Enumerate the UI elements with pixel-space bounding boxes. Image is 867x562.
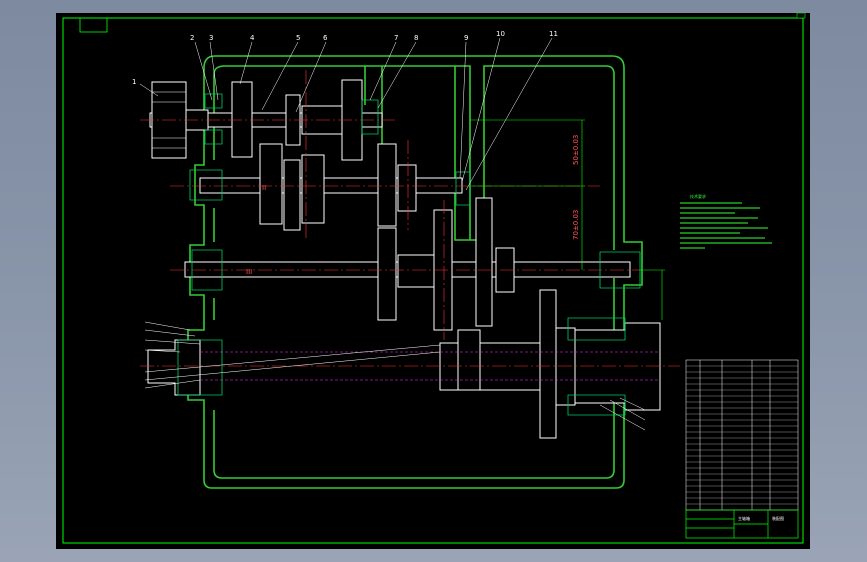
title-part: 主轴箱 [738, 515, 750, 521]
dimension-1: 50±0.03 [572, 135, 580, 165]
shaft-ii [199, 177, 463, 194]
balloon-3: 3 [209, 34, 213, 42]
balloon-9: 9 [464, 34, 468, 42]
balloon-11: 11 [549, 30, 558, 38]
shaft-label-iii: III [246, 268, 252, 276]
cad-viewport[interactable]: 50±0.03 70±0.03 II III 1 2 3 4 5 6 7 8 9… [0, 0, 867, 562]
balloon-6: 6 [323, 34, 328, 42]
balloon-8: 8 [414, 34, 418, 42]
balloon-7: 7 [394, 34, 398, 42]
balloon-1: 1 [132, 78, 136, 86]
notes-title: 技术要求 [690, 193, 706, 199]
dimension-2: 70±0.03 [572, 210, 580, 240]
balloon-4: 4 [250, 34, 255, 42]
assembly-drawing: 50±0.03 70±0.03 II III 1 2 3 4 5 6 7 8 9… [56, 12, 810, 549]
title-drawing: 装配图 [772, 515, 784, 521]
corner-mark [796, 12, 806, 19]
balloon-5: 5 [296, 34, 300, 42]
shaft-label-ii: II [262, 184, 266, 192]
spindle-nose [574, 322, 661, 411]
balloon-10: 10 [496, 30, 505, 38]
balloon-2: 2 [190, 34, 194, 42]
